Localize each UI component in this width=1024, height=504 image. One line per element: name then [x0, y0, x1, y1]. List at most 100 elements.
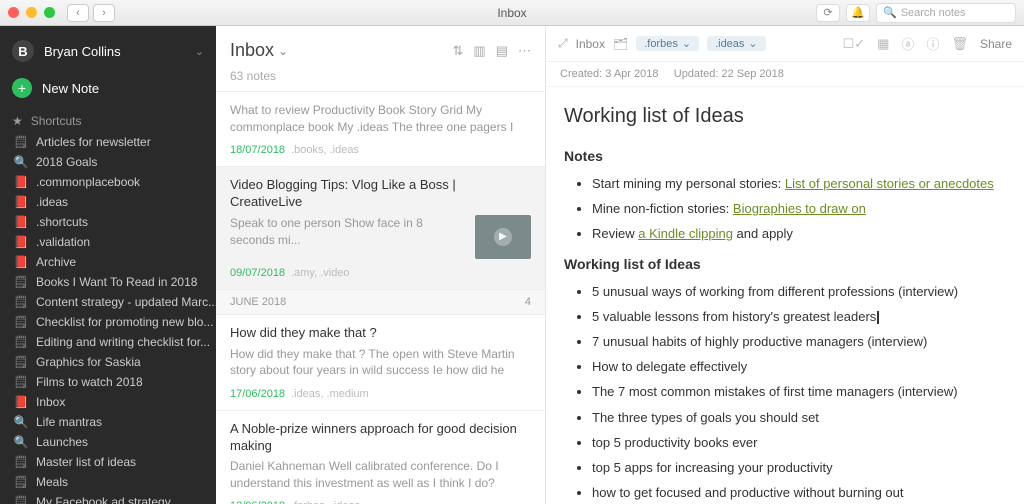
- sidebar-item[interactable]: 🔍Launches: [0, 432, 216, 452]
- filter-button[interactable]: ▤: [496, 43, 508, 59]
- note-card[interactable]: A Noble-prize winners approach for good …: [216, 410, 545, 504]
- sidebar-item-label: Life mantras: [36, 415, 102, 429]
- window-titlebar: ‹ › Inbox ⟳ 🔔 🔍 Search notes: [0, 0, 1024, 26]
- list-item: top 5 apps for increasing your productiv…: [592, 458, 1006, 478]
- sync-button[interactable]: ⟳: [816, 4, 840, 22]
- forward-button[interactable]: ›: [93, 4, 115, 22]
- more-options-button[interactable]: ⋯: [518, 43, 531, 59]
- notebook-name[interactable]: Inbox: [576, 37, 605, 51]
- expand-icon[interactable]: ⤢: [558, 36, 568, 51]
- view-toggle-button[interactable]: ▥: [473, 43, 485, 59]
- note-icon: 🗒: [14, 295, 28, 309]
- sidebar-item-label: Editing and writing checklist for...: [36, 335, 210, 349]
- note-card[interactable]: What to review Productivity Book Story G…: [216, 91, 545, 166]
- sidebar-item[interactable]: 🗒Graphics for Saskia: [0, 352, 216, 372]
- sidebar-item[interactable]: 🗒Books I Want To Read in 2018: [0, 272, 216, 292]
- notebook-icon: 📕: [14, 255, 28, 269]
- account-switcher[interactable]: B Bryan Collins ⌄: [0, 32, 216, 70]
- note-card[interactable]: How did they make that ?How did they mak…: [216, 314, 545, 410]
- shortcuts-label: Shortcuts: [31, 114, 82, 128]
- sidebar-item[interactable]: 🔍Life mantras: [0, 412, 216, 432]
- note-icon: 🗒: [14, 135, 28, 149]
- link[interactable]: List of personal stories or anecdotes: [785, 176, 994, 191]
- back-button[interactable]: ‹: [67, 4, 89, 22]
- sidebar-item[interactable]: 📕.commonplacebook: [0, 172, 216, 192]
- close-window-icon[interactable]: [8, 7, 19, 18]
- list-title[interactable]: Inbox: [230, 40, 274, 61]
- month-label: JUNE 2018: [230, 296, 286, 308]
- sidebar-item-label: .ideas: [36, 195, 68, 209]
- sidebar-item[interactable]: 🗒My Facebook ad strategy: [0, 492, 216, 504]
- star-icon: ★: [12, 114, 23, 128]
- sidebar-item[interactable]: 🗒Master list of ideas: [0, 452, 216, 472]
- sidebar-item[interactable]: 🗒Meals: [0, 472, 216, 492]
- sidebar-item[interactable]: 🔍 2018 Goals: [0, 152, 216, 172]
- present-icon[interactable]: ▦: [877, 36, 889, 52]
- activity-button[interactable]: 🔔: [846, 4, 870, 22]
- month-count: 4: [525, 296, 531, 308]
- sidebar-item-label: Launches: [36, 435, 88, 449]
- note-card[interactable]: Video Blogging Tips: Vlog Like a Boss | …: [216, 166, 545, 289]
- note-tag[interactable]: .forbes⌄: [636, 36, 699, 51]
- chevron-down-icon: ⌄: [682, 37, 691, 50]
- note-card-snippet: What to review Productivity Book Story G…: [230, 102, 531, 136]
- share-button[interactable]: Share: [980, 37, 1012, 51]
- trash-icon[interactable]: 🗑: [951, 36, 968, 52]
- sort-button[interactable]: ⇅: [453, 43, 464, 59]
- sidebar-item-label: Books I Want To Read in 2018: [36, 275, 197, 289]
- list-item: The three types of goals you should set: [592, 408, 1006, 428]
- created-date: Created: 3 Apr 2018: [560, 68, 658, 80]
- note-card-snippet: Daniel Kahneman Well calibrated conferen…: [230, 458, 531, 492]
- chevron-down-icon[interactable]: ⌄: [278, 44, 288, 58]
- nav-buttons: ‹ ›: [67, 4, 115, 22]
- sidebar-item-label: .shortcuts: [36, 215, 88, 229]
- reminder-icon[interactable]: ☐✓: [843, 36, 866, 52]
- info-icon[interactable]: ⓘ: [926, 34, 939, 53]
- link[interactable]: a Kindle clipping: [638, 226, 733, 241]
- sidebar-item[interactable]: 🗒Checklist for promoting new blo...: [0, 312, 216, 332]
- sidebar-item[interactable]: 📕 Archive: [0, 252, 216, 272]
- sidebar-item[interactable]: 📕.ideas: [0, 192, 216, 212]
- notebook-icon: 📕: [14, 215, 28, 229]
- note-detail-pane: ⤢ Inbox 🗂 .forbes⌄ .ideas⌄ ☐✓ ▦ ⓐ ⓘ 🗑 Sh…: [546, 26, 1024, 504]
- sidebar-item-label: Meals: [36, 475, 68, 489]
- traffic-lights: [8, 7, 55, 18]
- search-input[interactable]: 🔍 Search notes: [876, 3, 1016, 23]
- sidebar-item-label: Content strategy - updated Marc...: [36, 295, 216, 309]
- sidebar-item-label: 2018 Goals: [36, 155, 97, 169]
- new-note-button[interactable]: + New Note: [0, 70, 216, 106]
- sidebar-item[interactable]: 📕 .shortcuts: [0, 212, 216, 232]
- note-icon: 🗒: [14, 375, 28, 389]
- updated-date: Updated: 22 Sep 2018: [674, 68, 784, 80]
- notebook-icon: 📕: [14, 235, 28, 249]
- note-icon: 🗒: [14, 355, 28, 369]
- list-item: The 7 most common mistakes of first time…: [592, 382, 1006, 402]
- chevron-down-icon: ⌄: [195, 45, 204, 58]
- note-body[interactable]: Working list of Ideas Notes Start mining…: [546, 87, 1024, 504]
- note-card-snippet: Speak to one person Show face in 8 secon…: [230, 215, 467, 249]
- shortcuts-section[interactable]: ★ Shortcuts: [0, 106, 216, 132]
- sidebar-item[interactable]: 📕Inbox: [0, 392, 216, 412]
- list-item: 5 valuable lessons from history's greate…: [592, 307, 1006, 327]
- note-tag[interactable]: .ideas⌄: [707, 36, 766, 51]
- sidebar-item[interactable]: 🗒 Content strategy - updated Marc...: [0, 292, 216, 312]
- sidebar-item[interactable]: 🗒 Editing and writing checklist for...: [0, 332, 216, 352]
- sidebar-item-label: Films to watch 2018: [36, 375, 143, 389]
- sidebar-item-label: Inbox: [36, 395, 65, 409]
- account-avatar-icon: B: [12, 40, 34, 62]
- sidebar-item[interactable]: 🗒Articles for newsletter: [0, 132, 216, 152]
- minimize-window-icon[interactable]: [26, 7, 37, 18]
- note-title[interactable]: Working list of Ideas: [564, 101, 1006, 132]
- notebook-icon: 🗂: [613, 37, 628, 51]
- sidebar-item-label: Archive: [36, 255, 76, 269]
- link[interactable]: Biographies to draw on: [733, 201, 866, 216]
- search-icon: 🔍: [14, 155, 28, 169]
- maximize-window-icon[interactable]: [44, 7, 55, 18]
- note-card-title: A Noble-prize winners approach for good …: [230, 421, 531, 455]
- annotate-icon[interactable]: ⓐ: [901, 34, 914, 53]
- sidebar-item[interactable]: 📕.validation: [0, 232, 216, 252]
- sidebar-item[interactable]: 🗒 Films to watch 2018: [0, 372, 216, 392]
- note-icon: 🗒: [14, 335, 28, 349]
- plus-icon: +: [12, 78, 32, 98]
- sidebar-item-label: .commonplacebook: [36, 175, 140, 189]
